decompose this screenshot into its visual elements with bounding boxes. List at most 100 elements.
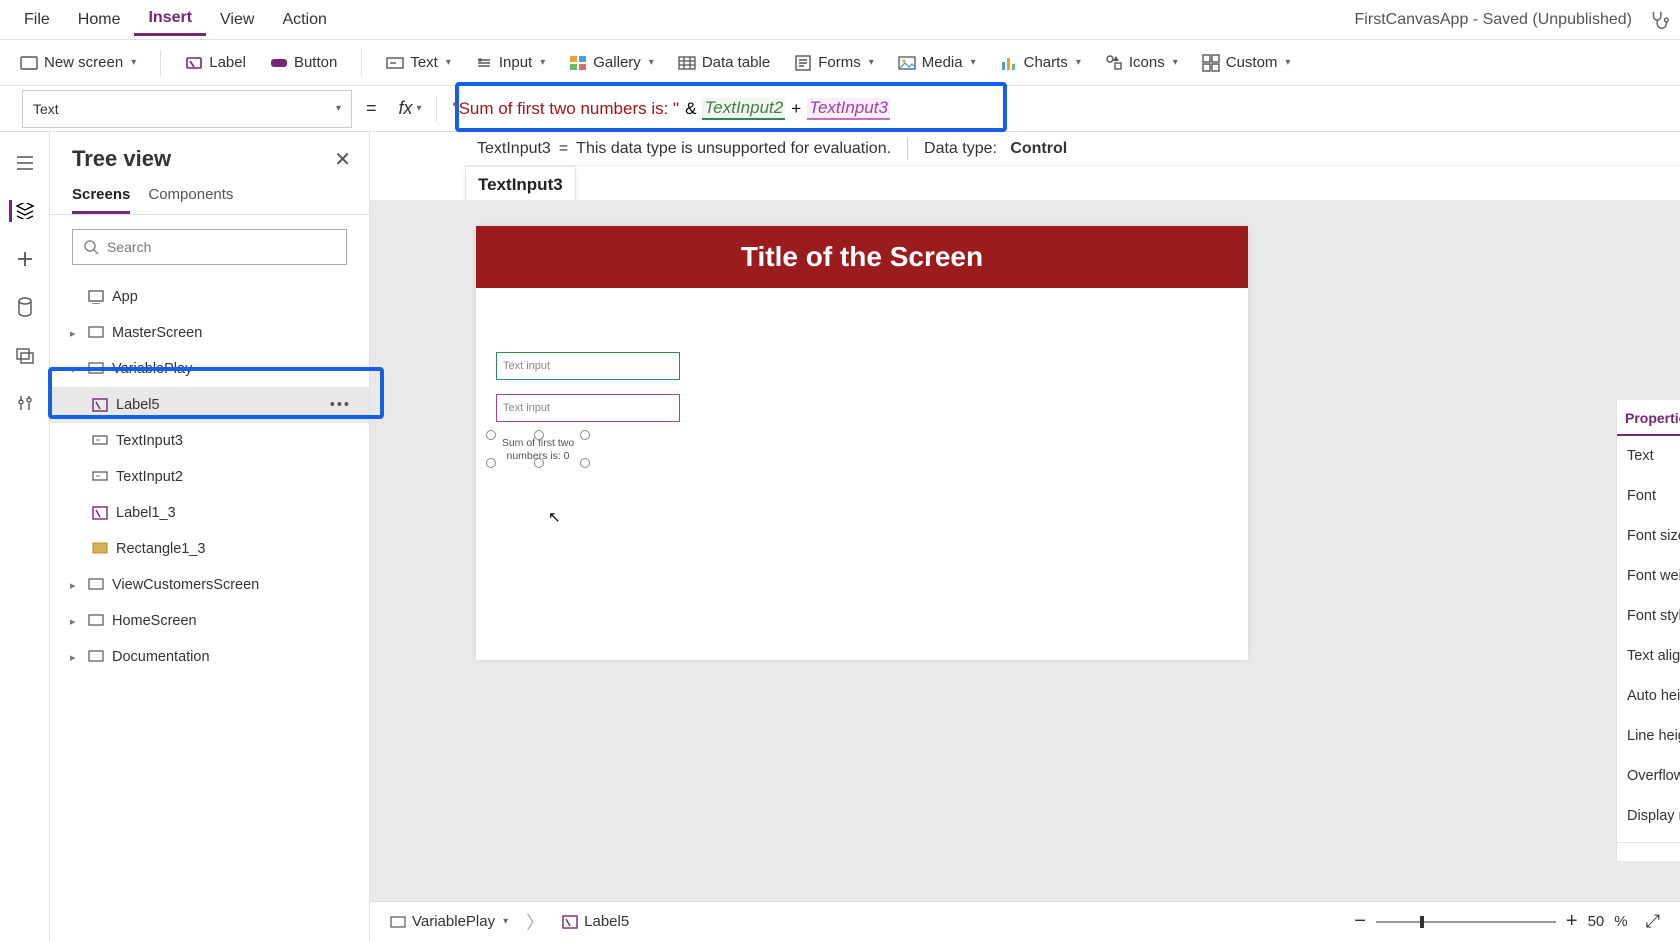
prop-font-weight[interactable]: Font weight — [1617, 556, 1680, 596]
menu-action[interactable]: Action — [268, 5, 340, 35]
ribbon: New screen▾ Label Button Text▾ Input▾ Ga… — [0, 40, 1680, 86]
ribbon-text[interactable]: Text▾ — [386, 54, 451, 72]
canvas-stage[interactable]: Title of the Screen Text input Text inpu… — [476, 226, 1248, 660]
advanced-tools-icon[interactable] — [14, 392, 36, 414]
prop-text[interactable]: Text — [1617, 436, 1680, 476]
ribbon-input[interactable]: Input▾ — [475, 54, 545, 72]
tree-item-rectangle1-3[interactable]: Rectangle1_3 — [50, 531, 369, 567]
selection-handle[interactable] — [486, 458, 496, 468]
rectangle-control-icon — [92, 542, 110, 556]
ribbon-data-table-label: Data table — [702, 54, 770, 71]
prop-visible[interactable]: Visible — [1617, 849, 1680, 861]
media-panel-icon[interactable] — [14, 344, 36, 366]
tab-components[interactable]: Components — [148, 186, 233, 214]
selection-handle[interactable] — [486, 430, 496, 440]
tab-screens[interactable]: Screens — [72, 186, 130, 214]
prop-display-mode[interactable]: Display mode — [1617, 796, 1680, 836]
chevron-down-icon[interactable]: ▾ — [417, 103, 422, 114]
tree-item-viewcustomers[interactable]: ▸ ViewCustomersScreen — [50, 567, 369, 603]
tree-view-icon[interactable] — [9, 200, 37, 222]
fullscreen-icon[interactable]: ⤢ — [1646, 911, 1660, 932]
text-icon — [386, 54, 404, 72]
formula-input[interactable]: "Sum of first two numbers is: " & TextIn… — [443, 90, 1680, 128]
custom-icon — [1202, 54, 1220, 72]
tree-search-placeholder: Search — [107, 239, 151, 255]
ribbon-separator — [361, 50, 362, 76]
ribbon-button[interactable]: Button — [270, 54, 337, 72]
menu-view[interactable]: View — [206, 5, 268, 35]
canvas-textinput2[interactable]: Text input — [496, 352, 680, 380]
insert-plus-icon[interactable] — [14, 248, 36, 270]
menubar: File Home Insert View Action FirstCanvas… — [0, 0, 1680, 40]
ribbon-label[interactable]: Label — [185, 54, 246, 72]
collapse-caret-icon[interactable]: ▾ — [70, 363, 82, 376]
chevron-down-icon[interactable]: ▾ — [503, 916, 508, 927]
breadcrumb-screen[interactable]: VariablePlay ▾ — [390, 913, 508, 930]
prop-overflow[interactable]: Overflow — [1617, 756, 1680, 796]
prop-font[interactable]: Font — [1617, 476, 1680, 516]
ribbon-data-table[interactable]: Data table — [678, 54, 770, 72]
close-icon[interactable]: ✕ — [334, 147, 351, 172]
ribbon-gallery[interactable]: Gallery▾ — [569, 54, 654, 72]
zoom-out-button[interactable]: − — [1354, 910, 1366, 933]
menu-file[interactable]: File — [10, 5, 64, 35]
status-eq: = — [559, 140, 568, 158]
tree-item-variableplay[interactable]: ▾ VariablePlay — [50, 351, 369, 387]
ribbon-new-screen-label: New screen — [44, 54, 123, 71]
expand-caret-icon[interactable]: ▸ — [70, 615, 82, 628]
data-table-icon — [678, 54, 696, 72]
selection-handle[interactable] — [580, 430, 590, 440]
ribbon-charts[interactable]: Charts▾ — [1000, 54, 1081, 72]
zoom-slider-knob[interactable] — [1420, 916, 1424, 928]
tree-item-textinput2[interactable]: TextInput2 — [50, 459, 369, 495]
prop-font-style[interactable]: Font style — [1617, 596, 1680, 636]
chevron-down-icon: ▾ — [869, 57, 874, 68]
breadcrumb-control[interactable]: Label5 — [562, 913, 629, 930]
tree-item-documentation[interactable]: ▸ Documentation — [50, 639, 369, 675]
zoom-value: 50 — [1588, 913, 1605, 930]
selection-handle[interactable] — [534, 430, 544, 440]
menu-insert[interactable]: Insert — [134, 3, 206, 36]
expand-caret-icon[interactable]: ▸ — [70, 327, 82, 340]
menu-home[interactable]: Home — [64, 5, 135, 35]
tree-item-textinput3[interactable]: TextInput3 — [50, 423, 369, 459]
expand-caret-icon[interactable]: ▸ — [70, 651, 82, 664]
prop-auto-height[interactable]: Auto height — [1617, 676, 1680, 716]
data-icon[interactable] — [14, 296, 36, 318]
property-selector[interactable]: Text ▾ — [22, 90, 352, 128]
ribbon-custom[interactable]: Custom▾ — [1202, 54, 1291, 72]
tree-item-label1-3[interactable]: Label1_3 — [50, 495, 369, 531]
properties-tab[interactable]: Properties — [1617, 400, 1680, 436]
prop-line-height[interactable]: Line height — [1617, 716, 1680, 756]
intellisense-suggestion[interactable]: TextInput3 — [465, 166, 576, 204]
tree-item-app[interactable]: App — [50, 279, 369, 315]
diagnostics-icon[interactable] — [1648, 9, 1670, 31]
expand-caret-icon[interactable]: ▸ — [70, 579, 82, 592]
tree-search-input[interactable]: Search — [72, 229, 347, 265]
formula-ref-textinput2: TextInput2 — [702, 98, 785, 120]
ribbon-media[interactable]: Media▾ — [898, 54, 976, 72]
zoom-in-button[interactable]: + — [1566, 910, 1578, 933]
selection-handle[interactable] — [580, 458, 590, 468]
ribbon-icons[interactable]: Icons▾ — [1105, 54, 1178, 72]
ribbon-forms[interactable]: Forms▾ — [794, 54, 874, 72]
hamburger-icon[interactable] — [14, 152, 36, 174]
tree-item-label: App — [112, 289, 138, 305]
canvas-textinput3[interactable]: Text input — [496, 394, 680, 422]
label-control-icon — [562, 915, 578, 929]
tree-item-homescreen[interactable]: ▸ HomeScreen — [50, 603, 369, 639]
tree-item-label: Documentation — [112, 649, 210, 665]
prop-text-alignment[interactable]: Text alignment — [1617, 636, 1680, 676]
ribbon-new-screen[interactable]: New screen▾ — [20, 54, 136, 72]
more-icon[interactable]: ••• — [330, 397, 351, 413]
selection-handle[interactable] — [534, 458, 544, 468]
status-message: This data type is unsupported for evalua… — [576, 140, 891, 158]
tree-item-label5[interactable]: Label5 ••• — [50, 387, 369, 423]
tree-item-masterscreen[interactable]: ▸ MasterScreen — [50, 315, 369, 351]
tree-list: App ▸ MasterScreen ▾ VariablePlay Label5… — [50, 279, 369, 675]
prop-font-size[interactable]: Font size — [1617, 516, 1680, 556]
canvas-area[interactable]: Title of the Screen Text input Text inpu… — [370, 200, 1680, 901]
breadcrumb-separator-icon: 〉 — [526, 909, 544, 935]
fx-icon[interactable]: fx — [399, 98, 413, 119]
zoom-slider[interactable] — [1376, 921, 1556, 923]
